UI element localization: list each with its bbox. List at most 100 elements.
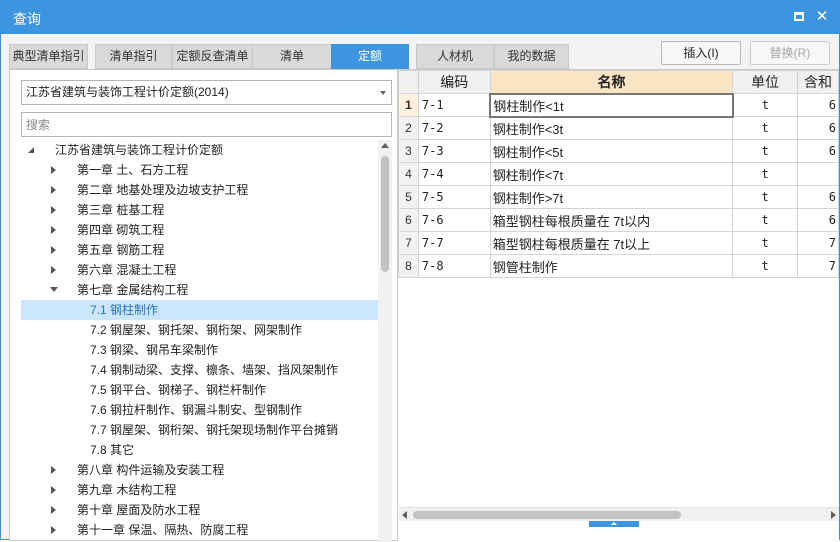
code-cell[interactable]: 7-2 [417, 116, 491, 140]
extra-cell[interactable]: 7 [797, 231, 839, 255]
tab-4[interactable]: 清单 [252, 44, 332, 69]
collapse-handle[interactable] [589, 521, 639, 527]
code-cell[interactable]: 7-8 [417, 254, 491, 278]
name-cell[interactable]: 钢柱制作<7t [489, 162, 734, 186]
tab-6[interactable]: 人材机 [416, 44, 494, 69]
tree-item[interactable]: 第二章 地基处理及边坡支护工程 [21, 180, 378, 200]
table-row[interactable]: 7 7-7 箱型钢柱每根质量在 7t以上 t 7 [398, 231, 839, 255]
chevron-right-icon[interactable] [51, 186, 56, 194]
unit-cell[interactable]: t [732, 208, 799, 232]
search-input[interactable] [21, 112, 392, 137]
tree-item[interactable]: 7.2 钢屋架、钢托架、钢桁架、网架制作 [21, 320, 378, 340]
tree-item[interactable]: 第四章 砌筑工程 [21, 220, 378, 240]
name-cell[interactable]: 钢柱制作>7t [489, 185, 734, 209]
code-cell[interactable]: 7-7 [417, 231, 491, 255]
table-row[interactable]: 4 7-4 钢柱制作<7t t [398, 162, 839, 186]
code-cell[interactable]: 7-5 [417, 185, 491, 209]
chevron-right-icon[interactable] [51, 486, 56, 494]
table-row[interactable]: 6 7-6 箱型钢柱每根质量在 7t以内 t 6 [398, 208, 839, 232]
name-cell[interactable]: 钢柱制作<5t [489, 139, 734, 163]
extra-cell[interactable]: 6 [797, 93, 839, 117]
unit-cell[interactable]: t [732, 116, 799, 140]
name-cell[interactable]: 箱型钢柱每根质量在 7t以上 [489, 231, 734, 255]
extra-cell[interactable]: 6 [797, 185, 839, 209]
name-cell[interactable]: 钢柱制作<3t [489, 116, 734, 140]
library-select[interactable]: 江苏省建筑与装饰工程计价定额(2014) [21, 80, 392, 105]
unit-cell[interactable]: t [732, 162, 799, 186]
tree-item[interactable]: 第三章 桩基工程 [21, 200, 378, 220]
tree-item[interactable]: 第九章 木结构工程 [21, 480, 378, 500]
table-row[interactable]: 1 7-1 钢柱制作<1t t 6 [398, 92, 839, 118]
insert-button[interactable]: 插入(I) [661, 41, 741, 65]
tab-1[interactable]: 典型清单指引 [9, 44, 88, 69]
chevron-right-icon[interactable] [51, 506, 56, 514]
tree-item[interactable]: 7.3 钢梁、钢吊车梁制作 [21, 340, 378, 360]
unit-cell[interactable]: t [732, 93, 799, 117]
row-index[interactable]: 7 [398, 231, 419, 255]
code-cell[interactable]: 7-4 [417, 162, 491, 186]
chevron-right-icon[interactable] [51, 266, 56, 274]
code-cell[interactable]: 7-6 [417, 208, 491, 232]
table-row[interactable]: 3 7-3 钢柱制作<5t t 6 [398, 139, 839, 163]
chevron-right-icon[interactable] [51, 166, 56, 174]
row-index[interactable]: 5 [398, 185, 419, 209]
tab-7[interactable]: 我的数据 [494, 44, 569, 69]
row-index-header[interactable] [398, 70, 419, 94]
row-index[interactable]: 3 [398, 139, 419, 163]
table-row[interactable]: 8 7-8 钢管柱制作 t 7 [398, 254, 839, 278]
grid-hscrollbar[interactable] [399, 507, 839, 521]
unit-cell[interactable]: t [732, 254, 799, 278]
row-index[interactable]: 8 [398, 254, 419, 278]
name-cell[interactable]: 箱型钢柱每根质量在 7t以内 [489, 208, 734, 232]
tree-item[interactable]: 7.4 钢制动梁、支撑、檩条、墙架、挡风架制作 [21, 360, 378, 380]
tree-item[interactable]: 第十章 屋面及防水工程 [21, 500, 378, 520]
tree-item[interactable]: 7.8 其它 [21, 440, 378, 460]
extra-cell[interactable]: 6 [797, 116, 839, 140]
chevron-right-icon[interactable] [51, 226, 56, 234]
extra-cell[interactable]: 7 [797, 254, 839, 278]
extra-cell[interactable]: 6 [797, 139, 839, 163]
chevron-right-icon[interactable] [51, 526, 56, 534]
tree-item[interactable]: 7.7 钢屋架、钢桁架、钢托架现场制作平台摊销 [21, 420, 378, 440]
maximize-icon[interactable] [791, 9, 807, 25]
code-header[interactable]: 编码 [417, 70, 491, 94]
tab-2[interactable]: 清单指引 [95, 44, 172, 69]
chevron-down-icon[interactable] [50, 287, 58, 292]
scroll-right-icon[interactable] [831, 511, 836, 519]
chevron-right-icon[interactable] [51, 246, 56, 254]
tree-item[interactable]: 7.6 钢拉杆制作、钢漏斗制安、型钢制作 [21, 400, 378, 420]
expanded-arrow-icon[interactable] [28, 147, 34, 153]
tree-scrollbar[interactable] [378, 140, 392, 542]
unit-header[interactable]: 单位 [732, 70, 799, 94]
extra-cell[interactable] [797, 162, 839, 186]
scroll-thumb[interactable] [381, 156, 389, 272]
code-cell[interactable]: 7-3 [417, 139, 491, 163]
code-cell[interactable]: 7-1 [417, 93, 491, 117]
row-index[interactable]: 2 [398, 116, 419, 140]
name-cell[interactable]: 钢柱制作<1t [489, 92, 734, 118]
unit-cell[interactable]: t [732, 185, 799, 209]
tree-item[interactable]: 第一章 土、石方工程 [21, 160, 378, 180]
table-row[interactable]: 2 7-2 钢柱制作<3t t 6 [398, 116, 839, 140]
row-index[interactable]: 6 [398, 208, 419, 232]
chevron-right-icon[interactable] [51, 206, 56, 214]
name-cell[interactable]: 钢管柱制作 [489, 254, 734, 278]
name-header[interactable]: 名称 [489, 70, 734, 94]
tab-5[interactable]: 定额 [331, 44, 409, 69]
tree-item[interactable]: 第十一章 保温、隔热、防腐工程 [21, 520, 378, 540]
scroll-left-icon[interactable] [402, 511, 407, 519]
close-icon[interactable]: ✕ [814, 9, 830, 25]
table-row[interactable]: 5 7-5 钢柱制作>7t t 6 [398, 185, 839, 209]
title-bar[interactable]: 查询 ✕ [1, 1, 839, 34]
unit-cell[interactable]: t [732, 139, 799, 163]
hscroll-thumb[interactable] [413, 511, 681, 519]
tree-item[interactable]: 7.1 钢柱制作 [21, 300, 378, 320]
tab-3[interactable]: 定额反查清单 [172, 44, 253, 69]
tree-item[interactable]: 第六章 混凝土工程 [21, 260, 378, 280]
chevron-right-icon[interactable] [51, 466, 56, 474]
unit-cell[interactable]: t [732, 231, 799, 255]
scroll-up-icon[interactable] [381, 143, 389, 148]
replace-button[interactable]: 替换(R) [750, 41, 830, 65]
tree-item[interactable]: 7.5 钢平台、钢梯子、钢栏杆制作 [21, 380, 378, 400]
tree-item[interactable]: 第七章 金属结构工程 [21, 280, 378, 300]
